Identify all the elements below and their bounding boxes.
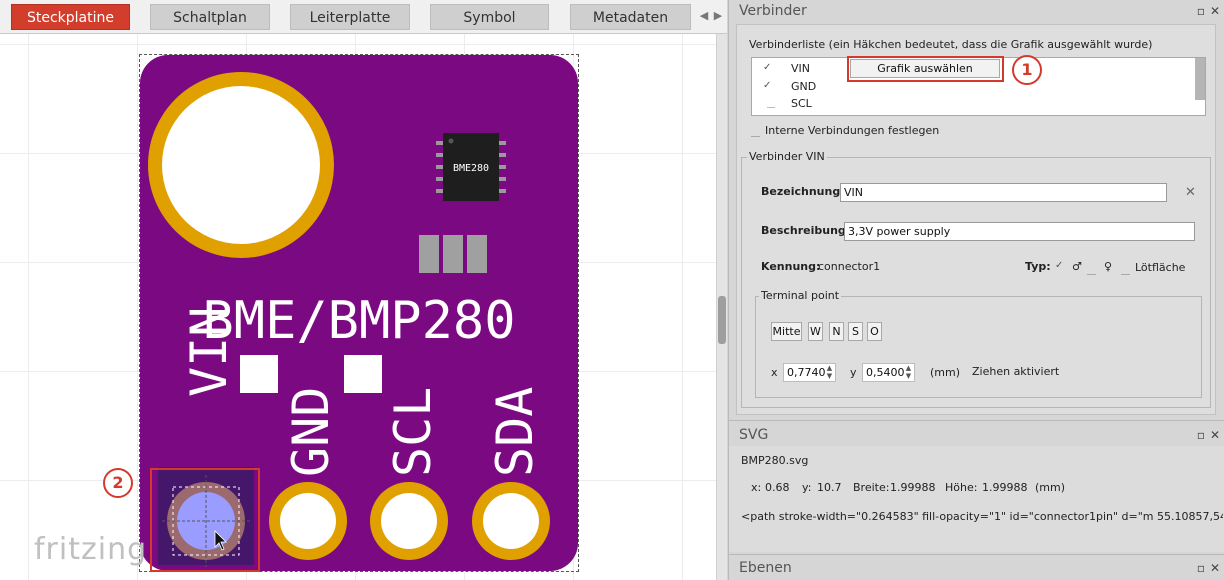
gnd-pad-hole bbox=[280, 493, 336, 549]
tab-steckplatine[interactable]: Steckplatine bbox=[11, 4, 130, 30]
drag-enabled-label: Ziehen aktiviert bbox=[972, 365, 1060, 378]
terminal-x-label: x bbox=[771, 366, 778, 379]
svg-height-value: 1.99988 bbox=[982, 481, 1028, 494]
description-label: Beschreibung: bbox=[761, 224, 851, 237]
tab-scroll-left-icon[interactable]: ◀ bbox=[698, 8, 710, 24]
vin-pad-red-frame bbox=[150, 468, 260, 572]
type-male-check[interactable]: ✓ bbox=[1055, 260, 1063, 271]
svg-height-label: Höhe: bbox=[945, 481, 978, 494]
connector-list-caption: Verbinderliste (ein Häkchen bedeutet, da… bbox=[749, 38, 1153, 51]
fritzing-logo: fritzing bbox=[34, 532, 148, 567]
svg-filename: BMP280.svg bbox=[741, 454, 809, 467]
id-label: Kennung: bbox=[761, 260, 821, 273]
panel-divider bbox=[729, 554, 1224, 555]
callout-1: 1 bbox=[1012, 55, 1042, 85]
list-item[interactable]: ✓ VIN bbox=[755, 60, 845, 77]
pin-label-gnd: GND bbox=[282, 387, 340, 477]
mounting-hole bbox=[162, 86, 320, 244]
tab-metadaten[interactable]: Metadaten bbox=[570, 4, 691, 30]
bme280-chip: BME280 bbox=[436, 133, 506, 201]
type-female-checkbox[interactable] bbox=[1087, 266, 1096, 275]
name-label: Bezeichnung: bbox=[761, 185, 845, 198]
type-pad-label: Lötfläche bbox=[1135, 261, 1186, 274]
chip-label: BME280 bbox=[453, 163, 489, 174]
name-field[interactable]: VIN bbox=[840, 183, 1167, 202]
breadboard-canvas[interactable]: BME280 BME/BMP280 VIN GND SCL SDA 2 frit… bbox=[0, 34, 716, 580]
panel-divider bbox=[729, 420, 1224, 421]
svg-x-value: 0.68 bbox=[765, 481, 790, 494]
type-label: Typ: bbox=[1025, 260, 1051, 273]
svg-width-value: 1.99988 bbox=[890, 481, 936, 494]
female-icon: ♀ bbox=[1104, 260, 1113, 273]
pin-label-vin: VIN bbox=[180, 307, 238, 397]
check-icon: ✓ bbox=[763, 62, 772, 73]
smd-pad bbox=[443, 235, 463, 273]
clear-name-icon[interactable]: ✕ bbox=[1185, 185, 1196, 200]
internal-connections-label: Interne Verbindungen festlegen bbox=[765, 124, 940, 137]
terminal-point-group bbox=[755, 296, 1202, 398]
internal-connections-checkbox[interactable] bbox=[751, 128, 760, 137]
layers-panel-title: Ebenen bbox=[739, 560, 792, 576]
terminal-y-label: y bbox=[850, 366, 857, 379]
sda-pad-hole bbox=[483, 493, 539, 549]
canvas-vertical-scrollbar[interactable] bbox=[716, 34, 727, 580]
select-graphic-red-frame bbox=[847, 56, 1004, 82]
connector-item-label: GND bbox=[791, 80, 817, 93]
male-icon: ♂ bbox=[1072, 260, 1082, 273]
terminal-point-title: Terminal point bbox=[759, 289, 842, 302]
svg-x-label: x: bbox=[751, 481, 762, 494]
unchecked-icon bbox=[767, 100, 775, 108]
terminal-east-button[interactable]: O bbox=[867, 322, 882, 341]
close-panel-icon[interactable]: ✕ bbox=[1209, 428, 1221, 442]
silkscreen-marker bbox=[344, 355, 382, 393]
editor-area: Steckplatine Schaltplan Leiterplatte Sym… bbox=[0, 0, 727, 580]
check-icon: ✓ bbox=[763, 80, 772, 91]
svg-panel-title: SVG bbox=[739, 427, 769, 443]
pin-label-scl: SCL bbox=[384, 387, 442, 477]
connectors-panel-title: Verbinder bbox=[739, 3, 807, 19]
float-panel-icon[interactable]: ▫ bbox=[1195, 561, 1207, 575]
description-field[interactable]: 3,3V power supply bbox=[844, 222, 1195, 241]
list-scrollbar-thumb[interactable] bbox=[1195, 58, 1205, 100]
connector-detail-title: Verbinder VIN bbox=[747, 150, 827, 163]
tab-leiterplatte[interactable]: Leiterplatte bbox=[290, 4, 410, 30]
float-panel-icon[interactable]: ▫ bbox=[1195, 428, 1207, 442]
terminal-center-button[interactable]: Mitte bbox=[771, 322, 802, 341]
tab-scroll-right-icon[interactable]: ▶ bbox=[712, 8, 724, 24]
type-pad-checkbox[interactable] bbox=[1121, 266, 1130, 275]
svg-y-value: 10.7 bbox=[817, 481, 842, 494]
terminal-north-button[interactable]: N bbox=[829, 322, 844, 341]
svg-y-label: y: bbox=[802, 481, 812, 494]
tab-schaltplan[interactable]: Schaltplan bbox=[150, 4, 270, 30]
svg-unit: (mm) bbox=[1035, 481, 1066, 494]
terminal-west-button[interactable]: W bbox=[808, 322, 823, 341]
id-value: connector1 bbox=[818, 260, 881, 273]
svg-code-line: <path stroke-width="0.264583" fill-opaci… bbox=[741, 510, 1223, 523]
smd-pad bbox=[419, 235, 439, 273]
board-title: BME/BMP280 bbox=[202, 291, 515, 351]
connector-item-label: SCL bbox=[791, 97, 812, 110]
list-item[interactable]: SCL bbox=[755, 95, 845, 112]
connector-item-label: VIN bbox=[791, 62, 810, 75]
close-panel-icon[interactable]: ✕ bbox=[1209, 4, 1221, 18]
x-spinner-icon[interactable]: ▲ ▼ bbox=[825, 364, 834, 381]
float-panel-icon[interactable]: ▫ bbox=[1195, 4, 1207, 18]
y-spinner-icon[interactable]: ▲ ▼ bbox=[904, 364, 913, 381]
list-item[interactable]: ✓ GND bbox=[755, 78, 845, 95]
close-panel-icon[interactable]: ✕ bbox=[1209, 561, 1221, 575]
view-tabbar: Steckplatine Schaltplan Leiterplatte Sym… bbox=[0, 0, 727, 34]
scrollbar-thumb[interactable] bbox=[718, 296, 726, 344]
smd-pad bbox=[467, 235, 487, 273]
pin-label-sda: SDA bbox=[486, 387, 544, 477]
right-dock: Verbinder ▫ ✕ Verbinderliste (ein Häkche… bbox=[728, 0, 1224, 580]
callout-2: 2 bbox=[103, 468, 133, 498]
scl-pad-hole bbox=[381, 493, 437, 549]
terminal-south-button[interactable]: S bbox=[848, 322, 863, 341]
terminal-unit: (mm) bbox=[930, 366, 961, 379]
tab-symbol[interactable]: Symbol bbox=[430, 4, 549, 30]
svg-width-label: Breite: bbox=[853, 481, 890, 494]
silkscreen-marker bbox=[240, 355, 278, 393]
